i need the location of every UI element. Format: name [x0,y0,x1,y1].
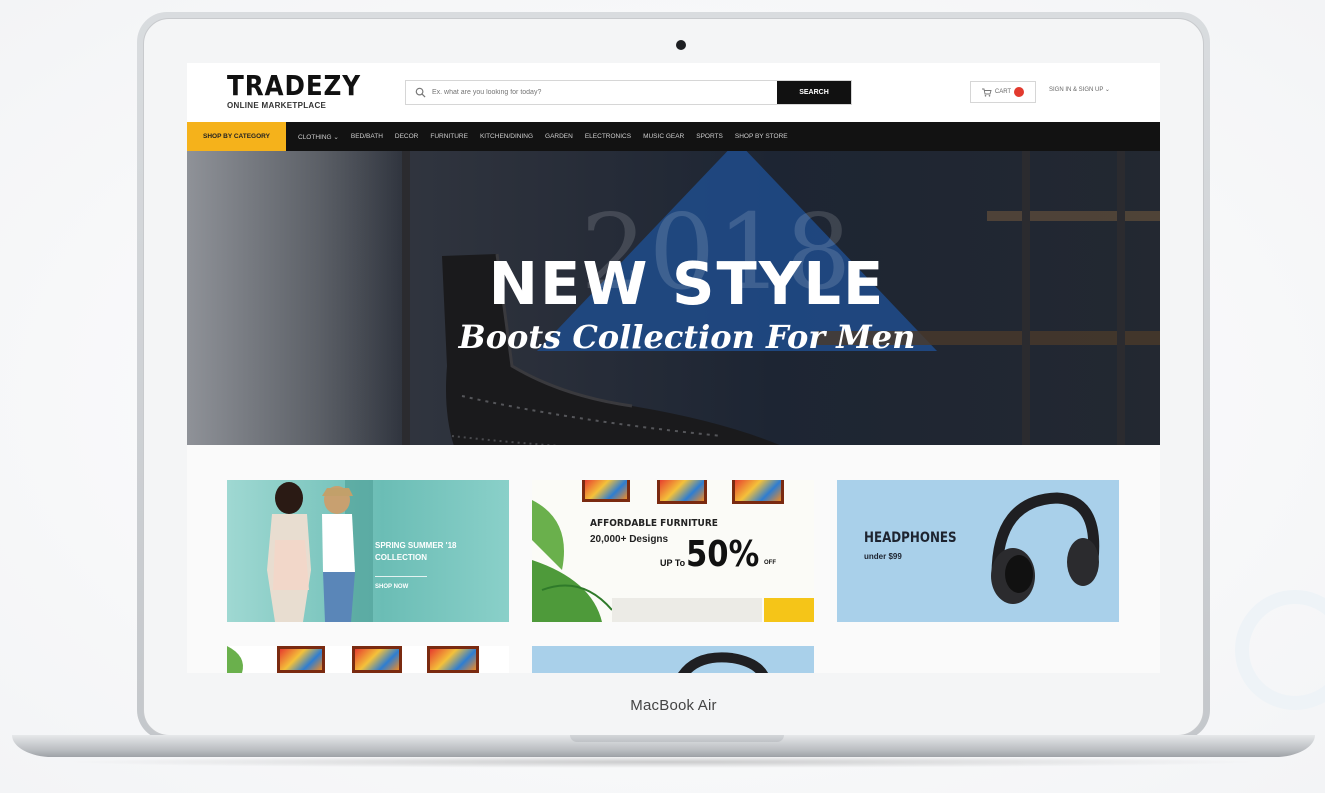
laptop-base [12,735,1315,757]
hero-subtitle: Boots Collection For Men [458,318,916,356]
decorative-circle [1235,590,1325,710]
hero-shelf [987,211,1160,221]
promo-furniture-upto: UP To [660,558,686,568]
cart-icon [981,88,992,97]
painting-image [277,646,325,673]
nav-item-label: CLOTHING [298,133,332,141]
laptop-notch [570,735,784,742]
laptop-shadow [60,756,1265,768]
laptop-screen: TRADEZY ONLINE MARKETPLACE SEARCH CART [187,63,1160,673]
hero-post [1117,151,1125,445]
search-icon [415,87,426,98]
headphones-icon [678,652,769,673]
hero-title: NEW STYLE [488,249,886,318]
stage: MacBook Air TRADEZY ONLINE MARKETPLACE S… [0,0,1325,793]
nav-item-decor[interactable]: DECOR [395,133,418,140]
promo-furniture-title: AFFORDABLE FURNITURE [590,518,718,529]
promo-furniture-subtitle: 20,000+ Designs [590,534,669,545]
painting-image [427,646,479,673]
signin-link[interactable]: SIGN IN & SIGN UP ⌄ [1049,86,1110,93]
chevron-down-icon: ⌄ [331,133,339,141]
models-image [267,480,373,622]
nav-shop-by-category[interactable]: SHOP BY CATEGORY [187,122,286,151]
nav-item-garden[interactable]: GARDEN [545,133,573,140]
main-nav: SHOP BY CATEGORY CLOTHING ⌄ BED/BATH DEC… [187,122,1160,151]
cart-button[interactable]: CART [970,81,1036,103]
search-input[interactable] [432,81,776,104]
nav-item-shop-by-store[interactable]: SHOP BY STORE [735,133,788,140]
hero-background-left [187,151,402,445]
promo-spring-line1: SPRING SUMMER '18 [375,541,457,550]
promo-furniture[interactable]: AFFORDABLE FURNITURE 20,000+ Designs UP … [532,480,814,622]
search-button[interactable]: SEARCH [777,81,851,104]
nav-item-electronics[interactable]: ELECTRONICS [585,133,631,140]
promo-furniture-off: OFF [764,560,776,566]
promo-headphones[interactable]: HEADPHONES under $99 [837,480,1119,622]
signin-label: SIGN IN & SIGN UP [1049,87,1104,93]
painting-image [352,646,402,673]
nav-item-furniture[interactable]: FURNITURE [430,133,468,140]
nav-item-clothing[interactable]: CLOTHING ⌄ [298,133,339,141]
shop-now-link[interactable]: SHOP NOW [375,584,408,590]
divider [375,576,427,577]
nav-item-kitchen-dining[interactable]: KITCHEN/DINING [480,133,533,140]
nav-item-music-gear[interactable]: MUSIC GEAR [643,133,684,140]
nav-item-bed-bath[interactable]: BED/BATH [351,133,383,140]
promo-spring-line2: COLLECTION [375,553,427,562]
headphones-icon [991,492,1100,604]
chevron-down-icon: ⌄ [1104,87,1110,93]
device-label: MacBook Air [630,697,717,714]
promo-spring-summer[interactable]: SPRING SUMMER '18 COLLECTION SHOP NOW [227,480,509,622]
promo-headphones-secondary[interactable] [532,646,814,673]
promo-spring-text: SPRING SUMMER '18 COLLECTION [375,540,465,564]
hero-banner[interactable]: 2018 NEW STYLE Boots Collection For Men [187,151,1160,445]
site-logo[interactable]: TRADEZY ONLINE MARKETPLACE [227,69,362,110]
logo-text: TRADEZY [227,69,362,102]
site-header: TRADEZY ONLINE MARKETPLACE SEARCH CART [187,63,1160,122]
cart-label: CART [994,89,1012,95]
nav-item-sports[interactable]: SPORTS [696,133,723,140]
promo-furniture-secondary[interactable] [227,646,509,673]
leaves-image [532,500,814,622]
camera-icon [676,40,686,50]
promo-furniture-percent: 50% [686,534,760,575]
search-bar: SEARCH [405,80,852,105]
hero-post [1022,151,1030,445]
cart-badge [1014,87,1025,97]
